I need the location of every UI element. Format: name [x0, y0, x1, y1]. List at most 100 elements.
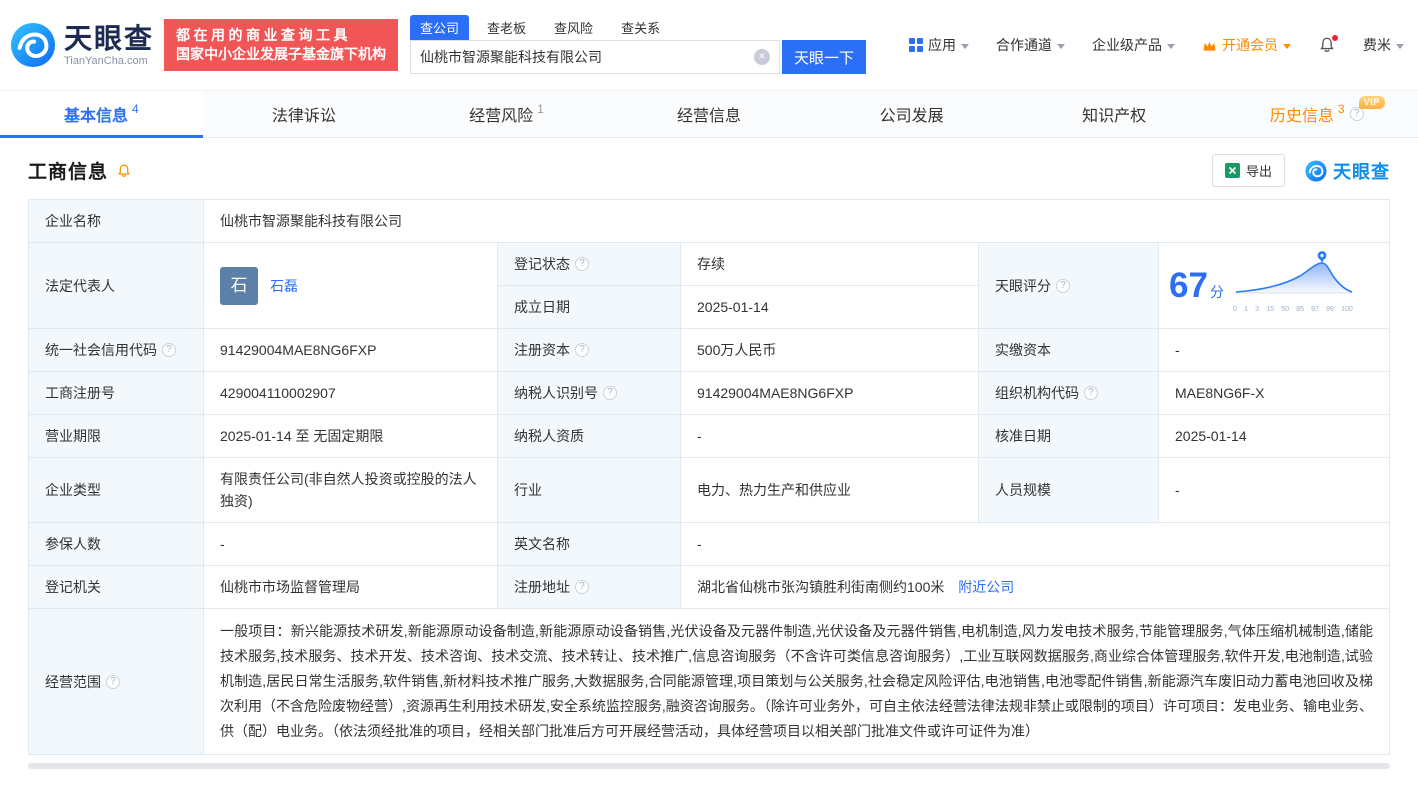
apps-grid-icon [909, 38, 923, 52]
help-icon[interactable]: ? [106, 674, 120, 689]
help-icon[interactable]: ? [603, 386, 617, 400]
legal-rep-link[interactable]: 石磊 [270, 275, 298, 297]
table-row: 登记机关 仙桃市市场监督管理局 注册地址? 湖北省仙桃市张沟镇胜利街南侧约100… [28, 565, 1390, 609]
table-row: 经营范围? 一般项目：新兴能源技术研发,新能源原动设备制造,新能源原动设备销售,… [28, 608, 1390, 755]
export-label: 导出 [1245, 164, 1272, 179]
search-tab-boss[interactable]: 查老板 [477, 15, 536, 40]
help-icon[interactable]: ? [575, 257, 589, 271]
establish-date-value: 2025-01-14 [680, 285, 979, 329]
tab-ip[interactable]: 知识产权 [1013, 91, 1216, 137]
org-code-label: 组织机构代码? [978, 371, 1159, 415]
reg-number-value: 429004110002907 [203, 371, 498, 415]
business-scope-value: 一般项目：新兴能源技术研发,新能源原动设备制造,新能源原动设备销售,光伏设备及元… [203, 608, 1390, 755]
tab-development-label: 公司发展 [879, 108, 944, 125]
tab-risk[interactable]: 经营风险 1 [405, 91, 608, 137]
slogan-banner: 都在用的商业查询工具 国家中小企业发展子基金旗下机构 [164, 19, 399, 71]
chevron-down-icon [961, 43, 969, 49]
score-unit: 分 [1209, 283, 1224, 300]
help-icon[interactable]: ? [1056, 278, 1070, 293]
reg-authority-value: 仙桃市市场监督管理局 [203, 565, 498, 609]
reg-capital-label: 注册资本? [497, 328, 681, 372]
tianyancha-mini-icon [1305, 159, 1327, 182]
reg-number-label: 工商注册号 [28, 371, 204, 415]
company-type-label: 企业类型 [28, 457, 204, 523]
nearby-companies-link[interactable]: 附近公司 [958, 579, 1014, 595]
nav-partners[interactable]: 合作通道 [996, 35, 1065, 55]
search-tabs: 查公司 查老板 查风险 查关系 [410, 15, 866, 40]
credit-code-value: 91429004MAE8NG6FXP [203, 328, 498, 372]
tab-risk-label: 经营风险 [469, 108, 534, 125]
company-tabbar: 基本信息 4 法律诉讼 经营风险 1 经营信息 公司发展 知识产权 历史信息 3… [0, 90, 1418, 138]
search-button[interactable]: 天眼一下 [782, 40, 867, 74]
chevron-down-icon [1283, 43, 1291, 49]
reg-capital-value: 500万人民币 [680, 328, 979, 372]
org-code-value: MAE8NG6F-X [1158, 371, 1390, 415]
table-row: 营业期限 2025-01-14 至 无固定期限 纳税人资质 - 核准日期 202… [28, 414, 1390, 458]
establish-date-label: 成立日期 [497, 285, 681, 329]
taxpayer-quality-label: 纳税人资质 [497, 414, 681, 458]
help-icon[interactable]: ? [1349, 107, 1364, 121]
score-value: 67 [1169, 265, 1208, 305]
help-icon[interactable]: ? [162, 343, 176, 357]
help-icon[interactable]: ? [575, 343, 589, 357]
approval-date-label: 核准日期 [978, 414, 1159, 458]
help-icon[interactable]: ? [1084, 386, 1098, 400]
business-term-value: 2025-01-14 至 无固定期限 [203, 414, 498, 458]
legal-rep-label: 法定代表人 [28, 242, 204, 329]
notifications-bell[interactable] [1318, 35, 1338, 54]
search-input[interactable] [420, 49, 755, 65]
horizontal-scrollbar[interactable] [28, 763, 1390, 769]
watermark-logo[interactable]: 天眼查 [1305, 158, 1390, 184]
crown-icon [1203, 41, 1216, 51]
clear-search-icon[interactable]: × [754, 49, 771, 65]
table-row: 法定代表人 石 石磊 登记状态 ? 存续 天眼评分 ? 67 分 0 1 3 1… [28, 242, 1390, 329]
credit-code-label: 统一社会信用代码? [28, 328, 204, 372]
table-row: 参保人数 - 英文名称 - [28, 522, 1390, 566]
insured-count-label: 参保人数 [28, 522, 204, 566]
tab-legal[interactable]: 法律诉讼 [203, 91, 406, 137]
business-scope-label: 经营范围? [28, 608, 204, 755]
nav-enterprise[interactable]: 企业级产品 [1092, 35, 1175, 55]
top-nav: 应用 合作通道 企业级产品 开通会员 费米 [909, 35, 1404, 55]
search-tab-company[interactable]: 查公司 [410, 15, 470, 40]
tab-history-label: 历史信息 [1269, 108, 1334, 125]
english-name-value: - [680, 522, 1390, 566]
nav-apps[interactable]: 应用 [909, 35, 969, 55]
help-icon[interactable]: ? [575, 580, 589, 594]
search-row: × 天眼一下 [410, 40, 867, 74]
score-axis-ticks: 01 3 15 50 85 97 99 100 [1232, 306, 1353, 313]
taxpayer-quality-value: - [680, 414, 979, 458]
tab-basic-info[interactable]: 基本信息 4 [0, 91, 203, 138]
chevron-down-icon [1057, 43, 1065, 49]
tab-development[interactable]: 公司发展 [810, 91, 1013, 137]
tab-history-count: 3 [1337, 102, 1345, 116]
tab-operation[interactable]: 经营信息 [608, 91, 811, 137]
tianyancha-logo[interactable]: 天眼查 TianYanCha.com [10, 22, 154, 68]
legal-rep-avatar[interactable]: 石 [220, 266, 258, 305]
nav-open-vip[interactable]: 开通会员 [1202, 35, 1291, 55]
company-name-label: 企业名称 [28, 199, 204, 243]
nav-apps-label: 应用 [928, 37, 956, 53]
search-box: × [410, 40, 781, 74]
reg-status-value: 存续 [680, 242, 979, 286]
search-tab-risk[interactable]: 查风险 [544, 15, 603, 40]
score-label: 天眼评分 ? [978, 242, 1159, 329]
reg-status-label: 登记状态 ? [497, 242, 681, 286]
nav-user[interactable]: 费米 [1363, 35, 1404, 55]
tab-history[interactable]: 历史信息 3 ? VIP [1215, 91, 1418, 137]
export-button[interactable]: 导出 [1211, 154, 1285, 187]
section-title: 工商信息 [28, 162, 109, 183]
insured-count-value: - [203, 522, 498, 566]
tab-basic-info-count: 4 [131, 102, 139, 116]
search-tab-relation[interactable]: 查关系 [611, 15, 670, 40]
search-area: 查公司 查老板 查风险 查关系 × 天眼一下 [410, 15, 867, 74]
tab-operation-label: 经营信息 [677, 108, 742, 125]
section-head: 工商信息 导出 天眼查 [28, 154, 1390, 187]
tab-legal-label: 法律诉讼 [271, 108, 336, 125]
reg-address-cell: 湖北省仙桃市张沟镇胜利街南侧约100米 附近公司 [680, 565, 1390, 609]
monitor-bell-icon[interactable] [116, 163, 132, 179]
logo-en: TianYanCha.com [64, 54, 148, 67]
nav-partners-label: 合作通道 [996, 37, 1052, 53]
top-header: 天眼查 TianYanCha.com 都在用的商业查询工具 国家中小企业发展子基… [0, 0, 1418, 90]
taxpayer-id-label: 纳税人识别号? [497, 371, 681, 415]
